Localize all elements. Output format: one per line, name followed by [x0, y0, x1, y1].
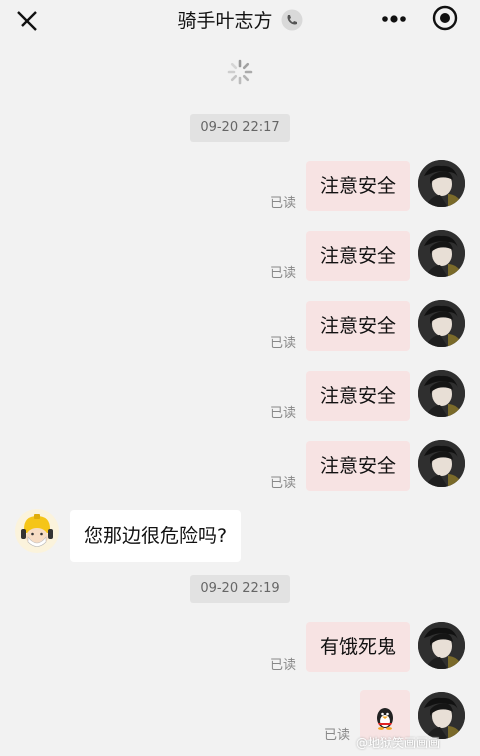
read-status: 已读 [324, 728, 351, 743]
avatar[interactable] [418, 160, 465, 207]
message-bubble[interactable]: 注意安全 [305, 441, 410, 491]
avatar[interactable] [418, 692, 465, 739]
timestamp: 09-20 22:17 [190, 114, 290, 142]
penguin-emoji-icon [377, 708, 393, 730]
chat-header: 骑手叶志方 [0, 0, 480, 40]
read-status: 已读 [270, 406, 297, 421]
watermark: @地狱笑画画画 [356, 736, 441, 750]
read-status: 已读 [270, 266, 297, 281]
avatar[interactable] [418, 370, 465, 417]
read-status: 已读 [270, 196, 297, 211]
loading-spinner-icon [227, 59, 253, 85]
message-bubble[interactable]: 注意安全 [305, 161, 410, 211]
chat-title: 骑手叶志方 [177, 10, 273, 32]
rider-avatar[interactable] [15, 509, 59, 553]
read-status: 已读 [270, 336, 297, 351]
avatar[interactable] [418, 300, 465, 347]
more-icon[interactable] [378, 8, 410, 30]
avatar[interactable] [418, 440, 465, 487]
message-bubble[interactable]: 注意安全 [305, 371, 410, 421]
message-bubble[interactable]: 注意安全 [305, 301, 410, 351]
message-bubble[interactable]: 有饿死鬼 [305, 622, 410, 672]
avatar[interactable] [418, 622, 465, 669]
read-status: 已读 [270, 476, 297, 491]
phone-icon[interactable] [281, 9, 303, 31]
read-status: 已读 [270, 658, 297, 673]
emoji-message-bubble[interactable] [360, 690, 410, 740]
avatar[interactable] [418, 230, 465, 277]
timestamp: 09-20 22:19 [190, 575, 290, 603]
incoming-message-bubble[interactable]: 您那边很危险吗? [70, 510, 242, 562]
message-bubble[interactable]: 注意安全 [305, 231, 410, 281]
target-icon[interactable] [430, 3, 460, 33]
